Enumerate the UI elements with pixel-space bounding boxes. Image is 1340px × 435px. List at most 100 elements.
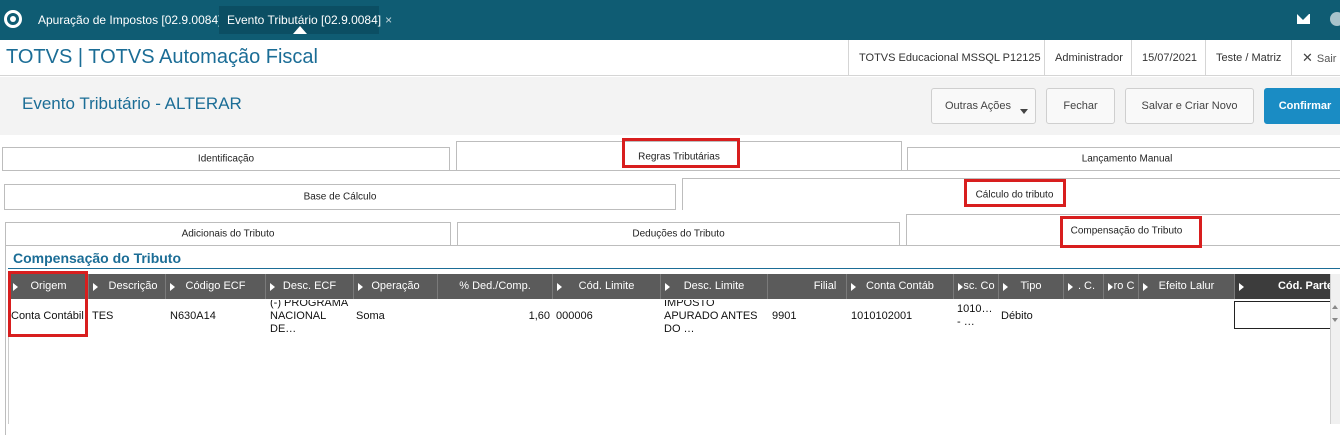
cell-desc-limite[interactable]: IMPOSTO APURADO ANTES DO … xyxy=(664,300,768,332)
cell-origem[interactable]: Conta Contábil xyxy=(11,300,89,332)
sort-arrow-icon xyxy=(851,283,856,291)
form-title: Evento Tributário - ALTERAR xyxy=(22,94,242,113)
sort-arrow-icon xyxy=(958,283,963,291)
sort-arrow-icon xyxy=(1143,283,1148,291)
column-header[interactable]: Origem xyxy=(9,274,89,299)
branch-label[interactable]: Teste / Matriz xyxy=(1205,40,1291,76)
tab-label: Lançamento Manual xyxy=(1081,153,1173,165)
column-label: Cód. Limite xyxy=(578,280,635,292)
window-tab-apuracao[interactable]: Apuração de Impostos [02.9.0084]× xyxy=(30,6,232,34)
column-label: % Ded./Comp. xyxy=(459,280,531,292)
cell-ro-c[interactable] xyxy=(1106,300,1139,332)
column-label: Desc. ECF xyxy=(282,280,337,292)
cell-descricao[interactable]: TES xyxy=(92,300,166,332)
sort-arrow-icon xyxy=(170,283,175,291)
close-icon: ✕ xyxy=(1302,50,1313,65)
confirm-button[interactable]: Confirmar xyxy=(1264,88,1340,124)
column-label: Tipo xyxy=(1020,280,1042,292)
column-label: Desc. Limite xyxy=(683,280,745,292)
cell-filial[interactable]: 9901 xyxy=(772,300,847,332)
window-tab-bar: Apuração de Impostos [02.9.0084]× Evento… xyxy=(0,0,1340,40)
column-header[interactable]: % Ded./Comp. xyxy=(438,274,553,299)
tab-label: Compensação do Tributo xyxy=(1070,225,1183,236)
cell-conta-contabil[interactable]: 1010102001 xyxy=(851,300,954,332)
window-tab-label: Apuração de Impostos [02.9.0084] xyxy=(38,13,222,27)
close-button[interactable]: Fechar xyxy=(1046,88,1115,124)
other-actions-button[interactable]: Outras Ações xyxy=(931,88,1036,124)
window-tab-label: Evento Tributário [02.9.0084] xyxy=(227,13,382,27)
sort-arrow-icon xyxy=(1003,283,1008,291)
cell-tipo[interactable]: Débito xyxy=(1001,300,1064,332)
column-header[interactable]: Operação xyxy=(354,274,438,299)
sort-arrow-icon xyxy=(1239,283,1244,291)
cell-operacao[interactable]: Soma xyxy=(356,300,438,332)
column-header[interactable]: Cód. Parte xyxy=(1235,274,1340,299)
other-actions-label: Outras Ações xyxy=(945,100,1012,112)
grid-scrollbar[interactable] xyxy=(1330,274,1340,424)
tab-deducoes-tributo[interactable]: Deduções do Tributo xyxy=(457,222,900,246)
cell-codigo-ecf[interactable]: N630A14 xyxy=(170,300,266,332)
compensation-grid: Origem Descrição Código ECF Desc. ECF Op… xyxy=(8,274,1340,424)
tab-base-calculo[interactable]: Base de Cálculo xyxy=(4,184,676,210)
column-header[interactable]: Filial xyxy=(768,274,847,299)
mail-icon[interactable] xyxy=(1297,14,1310,24)
column-label: Efeito Lalur xyxy=(1158,280,1215,292)
cell-efeito-lalur[interactable] xyxy=(1141,300,1235,332)
cell-cod-parte[interactable] xyxy=(1234,301,1334,329)
column-label: . C. xyxy=(1077,280,1096,292)
cell-cod-limite[interactable]: 000006 xyxy=(556,300,661,332)
section-title: Compensação do Tributo xyxy=(13,250,182,266)
tab-calculo-tributo[interactable]: Cálculo do tributo xyxy=(682,178,1340,210)
column-header[interactable]: . C. xyxy=(1064,274,1104,299)
tab-label: Identificação xyxy=(197,153,255,165)
sort-arrow-icon xyxy=(93,283,98,291)
user-icon[interactable] xyxy=(1330,12,1340,26)
exit-button[interactable]: ✕ Sair xyxy=(1291,40,1340,76)
column-header[interactable]: Desc. Limite xyxy=(661,274,768,299)
scroll-up-icon[interactable] xyxy=(1332,305,1338,309)
sort-arrow-icon xyxy=(665,283,670,291)
column-header[interactable]: Código ECF xyxy=(166,274,266,299)
sort-arrow-icon xyxy=(358,283,363,291)
window-tab-evento-tributario[interactable]: Evento Tributário [02.9.0084] × xyxy=(219,6,392,34)
column-header[interactable]: Desc. ECF xyxy=(266,274,354,299)
cell-c[interactable] xyxy=(1066,300,1104,332)
column-header[interactable]: ro C xyxy=(1104,274,1139,299)
tab-label: Regras Tributárias xyxy=(638,151,720,162)
column-header[interactable]: Cód. Limite xyxy=(553,274,661,299)
column-label: Origem xyxy=(30,280,67,292)
tab-adicionais-tributo[interactable]: Adicionais do Tributo xyxy=(5,222,451,246)
sort-arrow-icon xyxy=(1068,283,1073,291)
tab-lancamento-manual[interactable]: Lançamento Manual xyxy=(907,147,1340,171)
close-icon[interactable]: × xyxy=(385,13,392,27)
tab-identificacao[interactable]: Identificação xyxy=(2,147,450,171)
grid-header: Origem Descrição Código ECF Desc. ECF Op… xyxy=(9,274,1340,299)
column-header[interactable]: Descrição xyxy=(89,274,166,299)
column-label: Conta Contáb xyxy=(866,280,934,292)
cell-ded-comp[interactable]: 1,60 xyxy=(438,300,550,332)
app-header: TOTVS | TOTVS Automação Fiscal TOTVS Edu… xyxy=(0,40,1340,76)
column-label: Cód. Parte xyxy=(1277,280,1333,292)
sort-arrow-icon xyxy=(13,283,18,291)
tab-label: Deduções do Tributo xyxy=(632,228,725,240)
tab-label: Base de Cálculo xyxy=(303,191,377,203)
section-divider xyxy=(8,268,1340,269)
scroll-down-icon[interactable] xyxy=(1332,318,1338,322)
cell-desc-conta[interactable]: 1010… - … xyxy=(957,300,999,332)
column-label: Descrição xyxy=(108,280,158,292)
totvs-logo-icon[interactable] xyxy=(4,10,22,28)
column-label: Código ECF xyxy=(185,280,246,292)
save-new-button[interactable]: Salvar e Criar Novo xyxy=(1125,88,1254,124)
column-label: Filial xyxy=(813,280,837,292)
chevron-down-icon xyxy=(1020,109,1028,114)
environment-label: TOTVS Educacional MSSQL P12125 xyxy=(848,40,1051,76)
tab-label: Adicionais do Tributo xyxy=(181,228,275,240)
tab-compensacao-tributo[interactable]: Compensação do Tributo xyxy=(906,214,1340,246)
column-header[interactable]: Efeito Lalur xyxy=(1139,274,1235,299)
column-header[interactable]: Tipo xyxy=(999,274,1064,299)
sort-arrow-icon xyxy=(270,283,275,291)
column-header[interactable]: sc. Co xyxy=(954,274,999,299)
cell-desc-ecf[interactable]: (-) PROGRAMA NACIONAL DE… xyxy=(270,300,354,332)
tab-regras-tributarias[interactable]: Regras Tributárias xyxy=(456,141,902,171)
column-header[interactable]: Conta Contáb xyxy=(847,274,954,299)
